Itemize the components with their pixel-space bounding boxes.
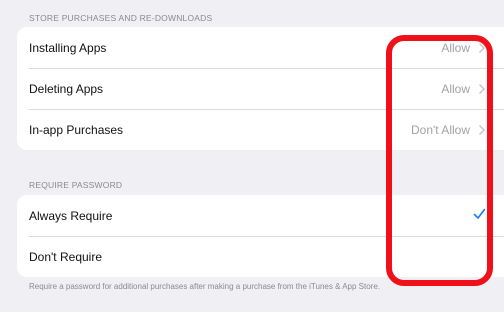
chevron-right-icon (479, 84, 485, 94)
store-group: Installing Apps Allow Deleting Apps Allo… (17, 27, 504, 150)
deleting-apps-row[interactable]: Deleting Apps Allow (17, 68, 504, 109)
password-footer-text: Require a password for additional purcha… (29, 282, 381, 291)
checkmark-icon (473, 208, 486, 219)
deleting-apps-label: Deleting Apps (29, 81, 104, 96)
chevron-right-icon (479, 125, 485, 135)
always-require-row[interactable]: Always Require (17, 195, 504, 236)
installing-apps-value: Allow (441, 40, 470, 55)
store-section-header: STORE PURCHASES AND RE-DOWNLOADS (29, 13, 213, 23)
deleting-apps-value: Allow (441, 81, 470, 96)
always-require-label: Always Require (29, 208, 113, 223)
password-group: Always Require Don't Require (17, 195, 504, 277)
in-app-purchases-label: In-app Purchases (29, 122, 124, 137)
dont-require-row[interactable]: Don't Require (17, 236, 504, 277)
in-app-purchases-row[interactable]: In-app Purchases Don't Allow (17, 109, 504, 150)
dont-require-label: Don't Require (29, 249, 102, 264)
installing-apps-row[interactable]: Installing Apps Allow (17, 27, 504, 68)
chevron-right-icon (479, 43, 485, 53)
password-section-header: REQUIRE PASSWORD (29, 180, 123, 190)
installing-apps-label: Installing Apps (29, 40, 107, 55)
in-app-purchases-value: Don't Allow (411, 122, 470, 137)
